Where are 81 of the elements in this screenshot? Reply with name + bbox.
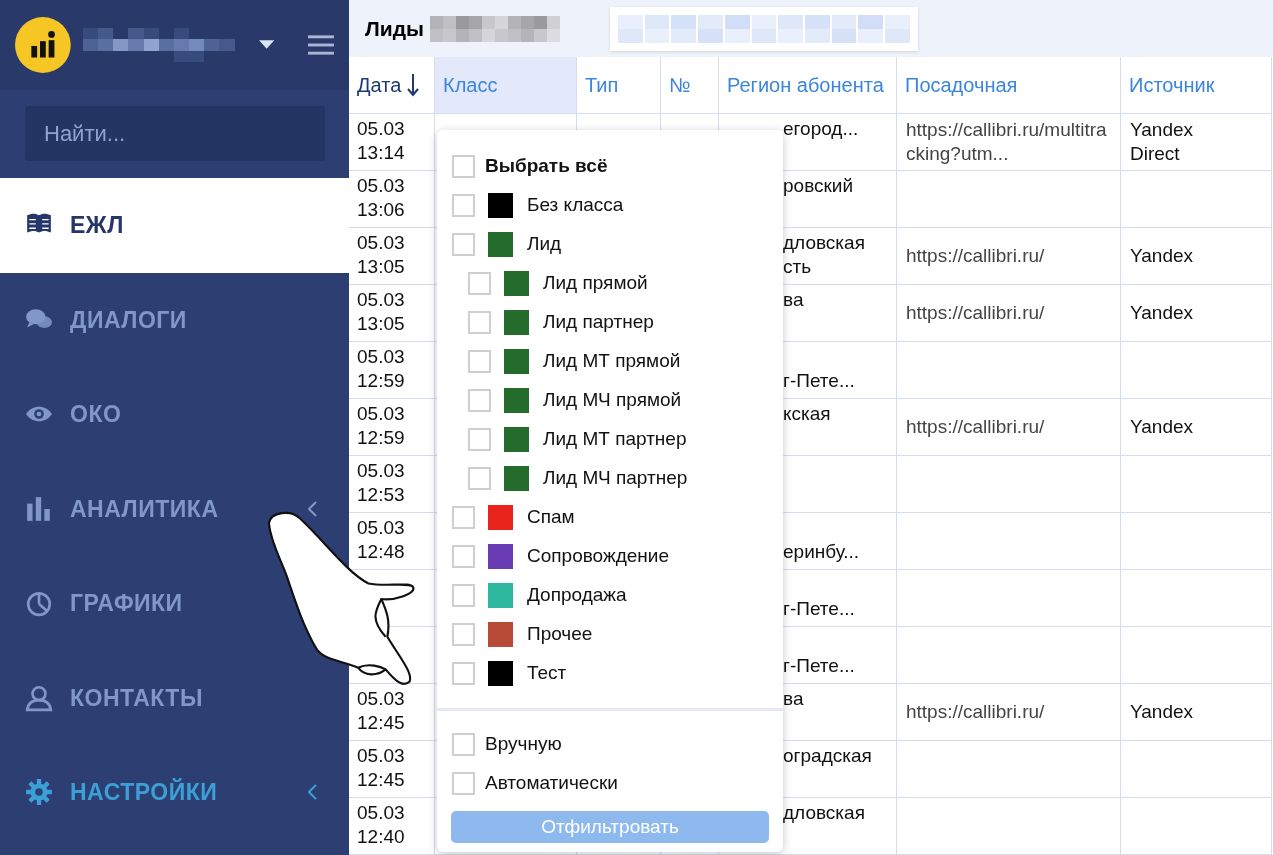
nav-label: КОНТАКТЫ bbox=[70, 683, 204, 713]
table-cell: https://callibri.ru/ bbox=[897, 399, 1121, 456]
column-label[interactable]: Посадочная bbox=[905, 74, 1018, 96]
table-cell: 05.03 13:05 bbox=[349, 285, 435, 342]
column-header[interactable]: Регион абонента bbox=[719, 57, 897, 114]
person-icon bbox=[25, 683, 53, 712]
option-label[interactable]: Лид МТ прямой bbox=[543, 347, 681, 376]
table-cell: 05.03 13:05 bbox=[349, 228, 435, 285]
table-cell: https://callibri.ru/ bbox=[897, 228, 1121, 285]
search-field[interactable]: Найти... bbox=[25, 106, 325, 161]
checkbox[interactable] bbox=[468, 389, 491, 412]
table-cell: 05.03 12:59 bbox=[349, 342, 435, 399]
nav-label: ЕЖЛ bbox=[70, 211, 125, 240]
option-label[interactable]: Спам bbox=[527, 503, 575, 532]
settings-icon bbox=[25, 778, 53, 807]
checkbox[interactable] bbox=[468, 428, 491, 451]
checkbox[interactable] bbox=[468, 350, 491, 373]
table-cell: https://callibri.ru/ bbox=[897, 684, 1121, 741]
table-cell: Yandex bbox=[1121, 399, 1272, 456]
column-header[interactable]: Тип bbox=[577, 57, 661, 114]
table-cell: 05.03 13:06 bbox=[349, 171, 435, 228]
checkbox[interactable] bbox=[452, 233, 475, 256]
table-cell: 05.03 12:40 bbox=[349, 798, 435, 855]
checkbox[interactable] bbox=[452, 623, 475, 646]
option-label[interactable]: Прочее bbox=[527, 620, 593, 649]
option-label[interactable]: Без класса bbox=[527, 191, 624, 220]
column-header[interactable]: № bbox=[661, 57, 719, 114]
checkbox[interactable] bbox=[452, 155, 475, 178]
table-cell: Yandex Direct bbox=[1121, 114, 1272, 171]
checkbox[interactable] bbox=[452, 506, 475, 529]
nav-item[interactable]: ЕЖЛ bbox=[0, 178, 349, 273]
option-label[interactable]: Сопровождение bbox=[527, 542, 669, 571]
option-label[interactable]: Лид партнер bbox=[543, 308, 654, 337]
checkbox[interactable] bbox=[452, 545, 475, 568]
option-label[interactable]: Лид bbox=[527, 230, 562, 259]
menu-icon[interactable] bbox=[308, 35, 334, 55]
option-label[interactable]: Допродажа bbox=[527, 581, 627, 610]
checkbox[interactable] bbox=[468, 311, 491, 334]
checkbox[interactable] bbox=[452, 584, 475, 607]
table-cell: 05.03 13:14 bbox=[349, 114, 435, 171]
option-label[interactable]: Выбрать всё bbox=[485, 152, 608, 181]
option-label[interactable]: Лид МТ партнер bbox=[543, 425, 687, 454]
column-label[interactable]: Регион абонента bbox=[727, 74, 884, 96]
page-title: Лиды bbox=[365, 15, 424, 42]
option-label[interactable]: Вручную bbox=[485, 730, 562, 759]
column-label[interactable]: Дата bbox=[357, 74, 402, 96]
table-cell: Yandex bbox=[1121, 285, 1272, 342]
option-label[interactable]: Лид МЧ партнер bbox=[543, 464, 688, 493]
checkbox[interactable] bbox=[452, 662, 475, 685]
option-label[interactable]: Лид МЧ прямой bbox=[543, 386, 682, 415]
table-cell: 05.03 12:45 bbox=[349, 741, 435, 798]
column-label[interactable]: Источник bbox=[1129, 74, 1215, 96]
checkbox[interactable] bbox=[452, 733, 475, 756]
option-label[interactable]: Лид прямой bbox=[543, 269, 648, 298]
checkbox[interactable] bbox=[468, 467, 491, 490]
nav-label: ГРАФИКИ bbox=[70, 589, 184, 618]
pie-chart-icon bbox=[25, 589, 53, 618]
logo-icon bbox=[15, 16, 71, 74]
table-cell: https://callibri.ru/multitracking?utm... bbox=[897, 114, 1121, 171]
checkbox[interactable] bbox=[452, 772, 475, 795]
option-label[interactable]: Тест bbox=[527, 659, 567, 688]
table-cell: Yandex bbox=[1121, 228, 1272, 285]
nav-label: ОКО bbox=[70, 400, 123, 429]
sort-arrow-icon bbox=[407, 73, 420, 97]
dropdown-caret-icon[interactable] bbox=[258, 40, 275, 50]
option-label[interactable]: Автоматически bbox=[485, 769, 618, 798]
table-cell: 05.03 12:59 bbox=[349, 399, 435, 456]
nav-label: ДИАЛОГИ bbox=[70, 305, 188, 335]
table-cell: https://callibri.ru/ bbox=[897, 285, 1121, 342]
nav-label: АНАЛИТИКА bbox=[70, 494, 220, 524]
bar-chart-icon bbox=[25, 494, 53, 523]
column-label[interactable]: Тип bbox=[585, 74, 619, 96]
column-header[interactable]: Посадочная bbox=[897, 57, 1121, 114]
checkbox[interactable] bbox=[468, 272, 491, 295]
nav-label: НАСТРОЙКИ bbox=[70, 777, 219, 807]
table-cell: 05.03 12:45 bbox=[349, 684, 435, 741]
table-cell: 05.03 12:48 bbox=[349, 513, 435, 570]
checkbox[interactable] bbox=[452, 194, 475, 217]
column-label[interactable]: № bbox=[669, 74, 691, 96]
table-cell: Yandex bbox=[1121, 684, 1272, 741]
column-header[interactable]: Источник bbox=[1121, 57, 1272, 114]
